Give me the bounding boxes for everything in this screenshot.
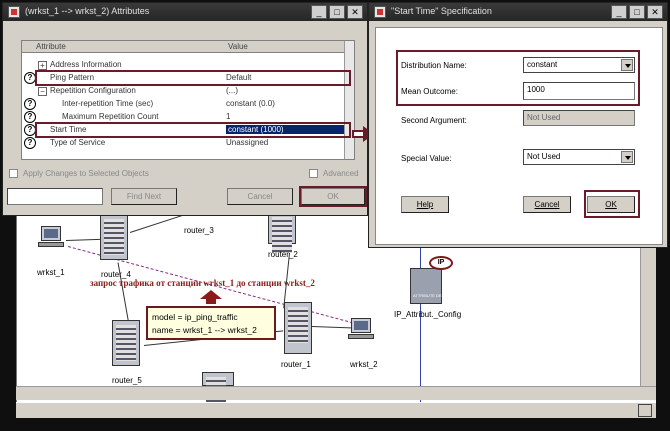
router-1-label: router_1 xyxy=(281,360,311,369)
attribute-name: Type of Service xyxy=(50,138,106,147)
tooltip-model-line: model = ip_ping_traffic xyxy=(152,312,238,322)
chevron-down-icon[interactable] xyxy=(621,151,633,163)
second-argument-input: Not Used xyxy=(523,110,635,126)
attribute-value: Unassigned xyxy=(226,138,269,147)
demand-tooltip: model = ip_ping_traffic name = wrkst_1 -… xyxy=(146,306,276,340)
special-value-value: Not Used xyxy=(527,152,561,161)
cancel-button[interactable]: Cancel xyxy=(227,188,293,205)
workstation-icon[interactable] xyxy=(348,318,374,340)
start-time-titlebar[interactable]: "Start Time" Specification _ □ ✕ xyxy=(369,3,667,21)
attribute-row-type-of-service[interactable]: ? Type of Service Unassigned xyxy=(22,137,352,149)
attribute-row-repetition[interactable]: − Repetition Configuration (...) xyxy=(22,86,352,97)
start-time-dialog: "Start Time" Specification _ □ ✕ Distrib… xyxy=(368,2,668,248)
workstation-icon[interactable] xyxy=(38,226,64,248)
start-time-title: "Start Time" Specification xyxy=(391,6,492,16)
ip-config-icon[interactable]: ATTRIBUTE DEFINITION xyxy=(406,264,459,306)
attributes-titlebar[interactable]: (wrkst_1 --> wrkst_2) Attributes _ □ ✕ xyxy=(3,3,367,21)
apply-changes-label: Apply Changes to Selected Objects xyxy=(23,169,149,178)
advanced-label: Advanced xyxy=(323,169,359,178)
router-icon[interactable] xyxy=(100,214,128,260)
help-button[interactable]: Help xyxy=(401,196,449,213)
attribute-row-inter-repetition[interactable]: ? Inter-repetition Time (sec) constant (… xyxy=(22,98,352,110)
status-button[interactable] xyxy=(638,404,652,417)
cancel-button-label: Cancel xyxy=(534,200,560,209)
tooltip-name-line: name = wrkst_1 --> wrkst_2 xyxy=(152,325,257,335)
cancel-button[interactable]: Cancel xyxy=(523,196,571,213)
column-value[interactable]: Value xyxy=(228,42,248,51)
router-icon[interactable] xyxy=(202,372,234,413)
app-icon xyxy=(8,6,20,18)
minimize-button[interactable]: _ xyxy=(611,5,627,19)
ip-badge-highlight: IP xyxy=(429,256,453,270)
special-value-label: Special Value: xyxy=(401,154,452,163)
help-button-label: Help xyxy=(416,200,434,209)
attribute-name: Address Information xyxy=(50,60,122,69)
up-arrow-stem xyxy=(206,298,216,304)
minimize-button[interactable]: _ xyxy=(311,5,327,19)
attribute-grid[interactable]: Attribute Value + Address Information ? … xyxy=(21,40,355,160)
wrkst-2-label: wrkst_2 xyxy=(350,360,378,369)
ip-config-label: IP_Attribut._Config xyxy=(394,310,462,319)
status-bar xyxy=(16,402,656,418)
router-icon[interactable] xyxy=(112,320,140,366)
attribute-value: 1 xyxy=(226,112,231,121)
apply-changes-checkbox[interactable] xyxy=(9,169,18,178)
attributes-dialog: (wrkst_1 --> wrkst_2) Attributes _ □ ✕ A… xyxy=(2,2,368,216)
traffic-annotation: запрос трафика от станции wrkst_1 до ста… xyxy=(90,278,315,288)
app-icon xyxy=(374,6,386,18)
router-2-label: router_2 xyxy=(268,250,298,259)
attribute-value: constant (0.0) xyxy=(226,99,275,108)
attribute-name: Inter-repetition Time (sec) xyxy=(62,99,154,108)
column-attribute[interactable]: Attribute xyxy=(36,42,66,51)
collapse-icon[interactable]: − xyxy=(38,87,47,96)
second-argument-label: Second Argument: xyxy=(401,116,467,125)
grid-header: Attribute Value xyxy=(22,41,354,53)
ok-button-highlight xyxy=(584,190,640,218)
attribute-name: Maximum Repetition Count xyxy=(62,112,159,121)
start-time-highlight xyxy=(35,122,351,138)
expand-icon[interactable]: + xyxy=(38,61,47,70)
help-icon[interactable]: ? xyxy=(24,137,36,149)
router-icon[interactable] xyxy=(268,212,296,253)
close-button[interactable]: ✕ xyxy=(347,5,363,19)
advanced-checkbox[interactable] xyxy=(309,169,318,178)
router-5-label: router_5 xyxy=(112,376,142,385)
router-icon[interactable] xyxy=(284,302,312,354)
attribute-value: (...) xyxy=(226,86,238,95)
ok-button-highlight xyxy=(299,186,367,207)
find-next-button[interactable]: Find Next xyxy=(111,188,177,205)
wrkst-1-label: wrkst_1 xyxy=(37,268,65,277)
close-button[interactable]: ✕ xyxy=(647,5,663,19)
attribute-name: Repetition Configuration xyxy=(50,86,136,95)
attributes-title: (wrkst_1 --> wrkst_2) Attributes xyxy=(25,6,150,16)
find-input[interactable] xyxy=(7,188,103,205)
horizontal-scrollbar[interactable] xyxy=(16,386,656,400)
special-value-select[interactable]: Not Used xyxy=(523,149,635,165)
ip-config-caption: ATTRIBUTE DEFINITION xyxy=(413,293,459,298)
maximize-button[interactable]: □ xyxy=(329,5,345,19)
ping-pattern-highlight xyxy=(35,70,351,86)
distribution-highlight xyxy=(396,50,640,106)
help-icon[interactable]: ? xyxy=(24,98,36,110)
maximize-button[interactable]: □ xyxy=(629,5,645,19)
router-3-label: router_3 xyxy=(184,226,214,235)
